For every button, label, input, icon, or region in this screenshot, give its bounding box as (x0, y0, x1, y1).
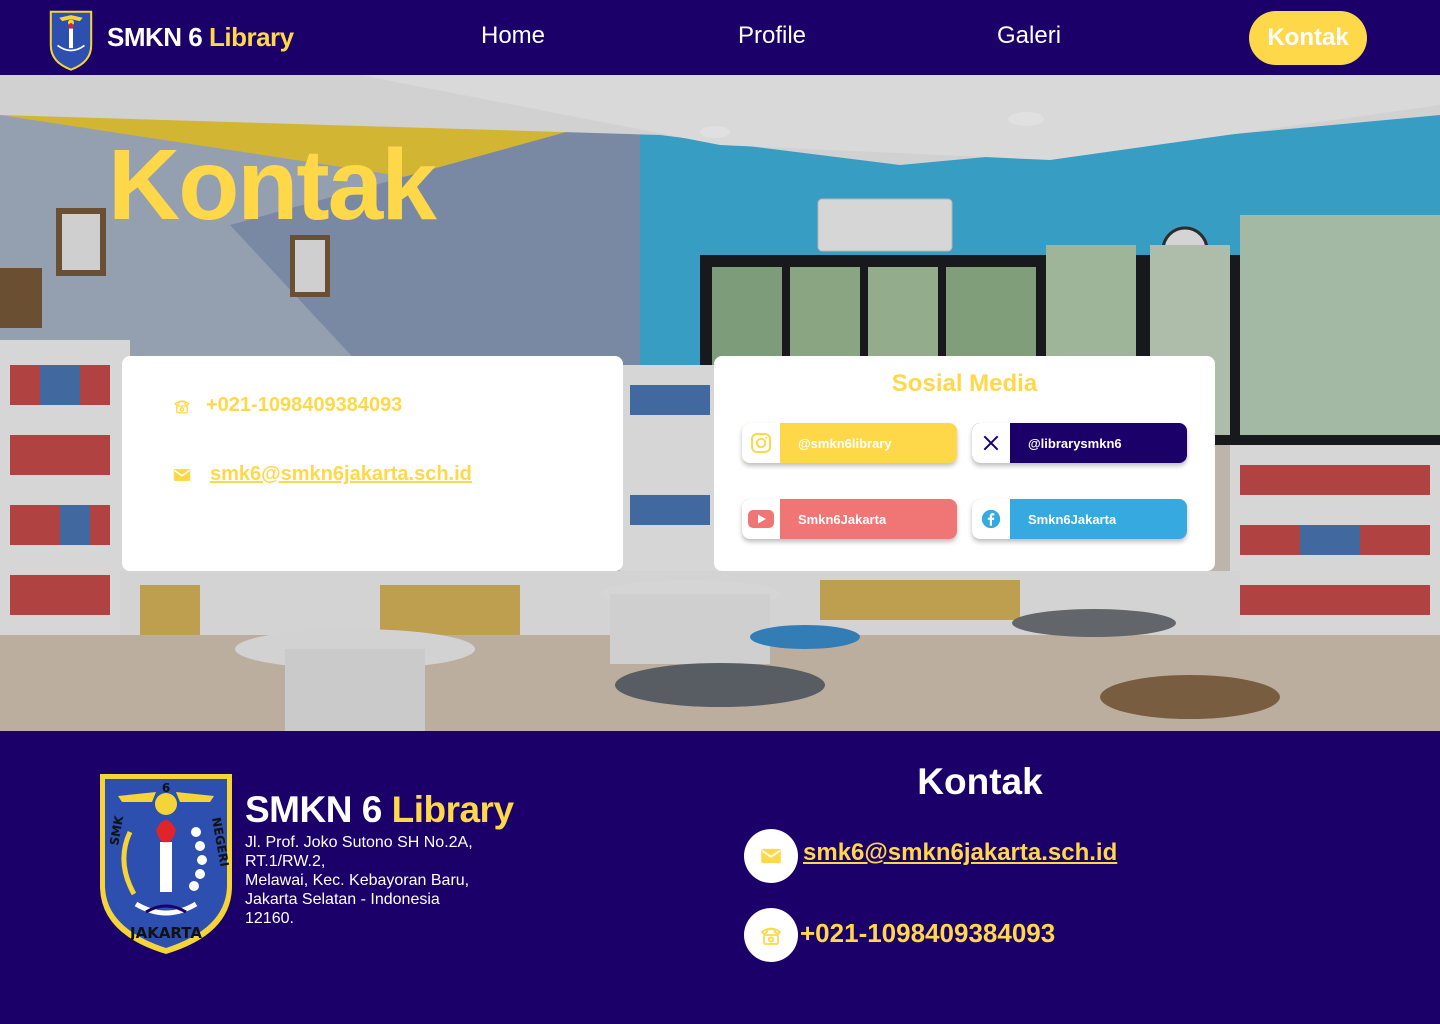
instagram-label: @smkn6library (798, 435, 892, 451)
hero-section: Kontak +021-1098409384093 smk6@smkn6jaka… (0, 75, 1440, 731)
contact-email-row[interactable]: smk6@smkn6jakarta.sch.id (172, 463, 472, 486)
instagram-icon (742, 423, 780, 463)
address-line: Jakarta Selatan - Indonesia (245, 891, 440, 908)
social-media-card: Sosial Media @smkn6library @librarysmkn6 (714, 356, 1215, 571)
youtube-icon (742, 499, 780, 539)
youtube-button[interactable]: Smkn6Jakarta (742, 499, 957, 539)
footer-school-logo: 6 JAKARTA SMK NEGERI (96, 762, 236, 958)
footer-mail-icon (744, 829, 798, 883)
mail-icon (172, 465, 192, 485)
nav-kontak-button[interactable]: Kontak (1249, 11, 1367, 65)
navbar: SMKN 6 Library Home Profile Galeri Konta… (0, 0, 1440, 75)
footer-address: Jl. Prof. Joko Sutono SH No.2A, RT.1/RW.… (245, 833, 505, 928)
address-line: 12160. (245, 910, 294, 927)
page-title: Kontak (108, 129, 437, 241)
nav-home[interactable]: Home (481, 22, 545, 50)
social-media-title: Sosial Media (891, 370, 1038, 397)
contact-phone-row[interactable]: +021-1098409384093 (172, 394, 402, 417)
contact-card: +021-1098409384093 smk6@smkn6jakarta.sch… (122, 356, 623, 571)
x-twitter-label: @librarysmkn6 (1028, 435, 1122, 451)
phone-icon (172, 396, 192, 416)
address-line: RT.1/RW.2, (245, 853, 326, 870)
youtube-label: Smkn6Jakarta (798, 511, 887, 527)
x-twitter-button[interactable]: @librarysmkn6 (972, 423, 1187, 463)
facebook-icon (972, 499, 1010, 539)
footer-brand-name: SMKN 6 Library (245, 789, 514, 830)
footer: 6 JAKARTA SMK NEGERI SMKN 6 Library Jl. … (0, 731, 1440, 1024)
address-line: Jl. Prof. Joko Sutono SH No.2A, (245, 834, 473, 851)
brand-name[interactable]: SMKN 6 Library (107, 22, 294, 53)
facebook-button[interactable]: Smkn6Jakarta (972, 499, 1187, 539)
svg-text:JAKARTA: JAKARTA (129, 924, 202, 942)
facebook-label: Smkn6Jakarta (1028, 511, 1117, 527)
footer-phone-text[interactable]: +021-1098409384093 (800, 918, 1055, 949)
school-logo[interactable] (47, 5, 95, 71)
x-twitter-icon (972, 423, 1010, 463)
footer-kontak-title: Kontak (917, 761, 1043, 802)
footer-email-link[interactable]: smk6@smkn6jakarta.sch.id (803, 839, 1117, 867)
instagram-button[interactable]: @smkn6library (742, 423, 957, 463)
footer-phone-icon (744, 908, 798, 962)
svg-text:6: 6 (162, 781, 170, 795)
nav-galeri[interactable]: Galeri (997, 22, 1061, 50)
contact-email-link[interactable]: smk6@smkn6jakarta.sch.id (210, 463, 472, 486)
contact-phone-text: +021-1098409384093 (206, 394, 403, 416)
address-line: Melawai, Kec. Kebayoran Baru, (245, 872, 470, 889)
nav-profile[interactable]: Profile (738, 22, 806, 50)
